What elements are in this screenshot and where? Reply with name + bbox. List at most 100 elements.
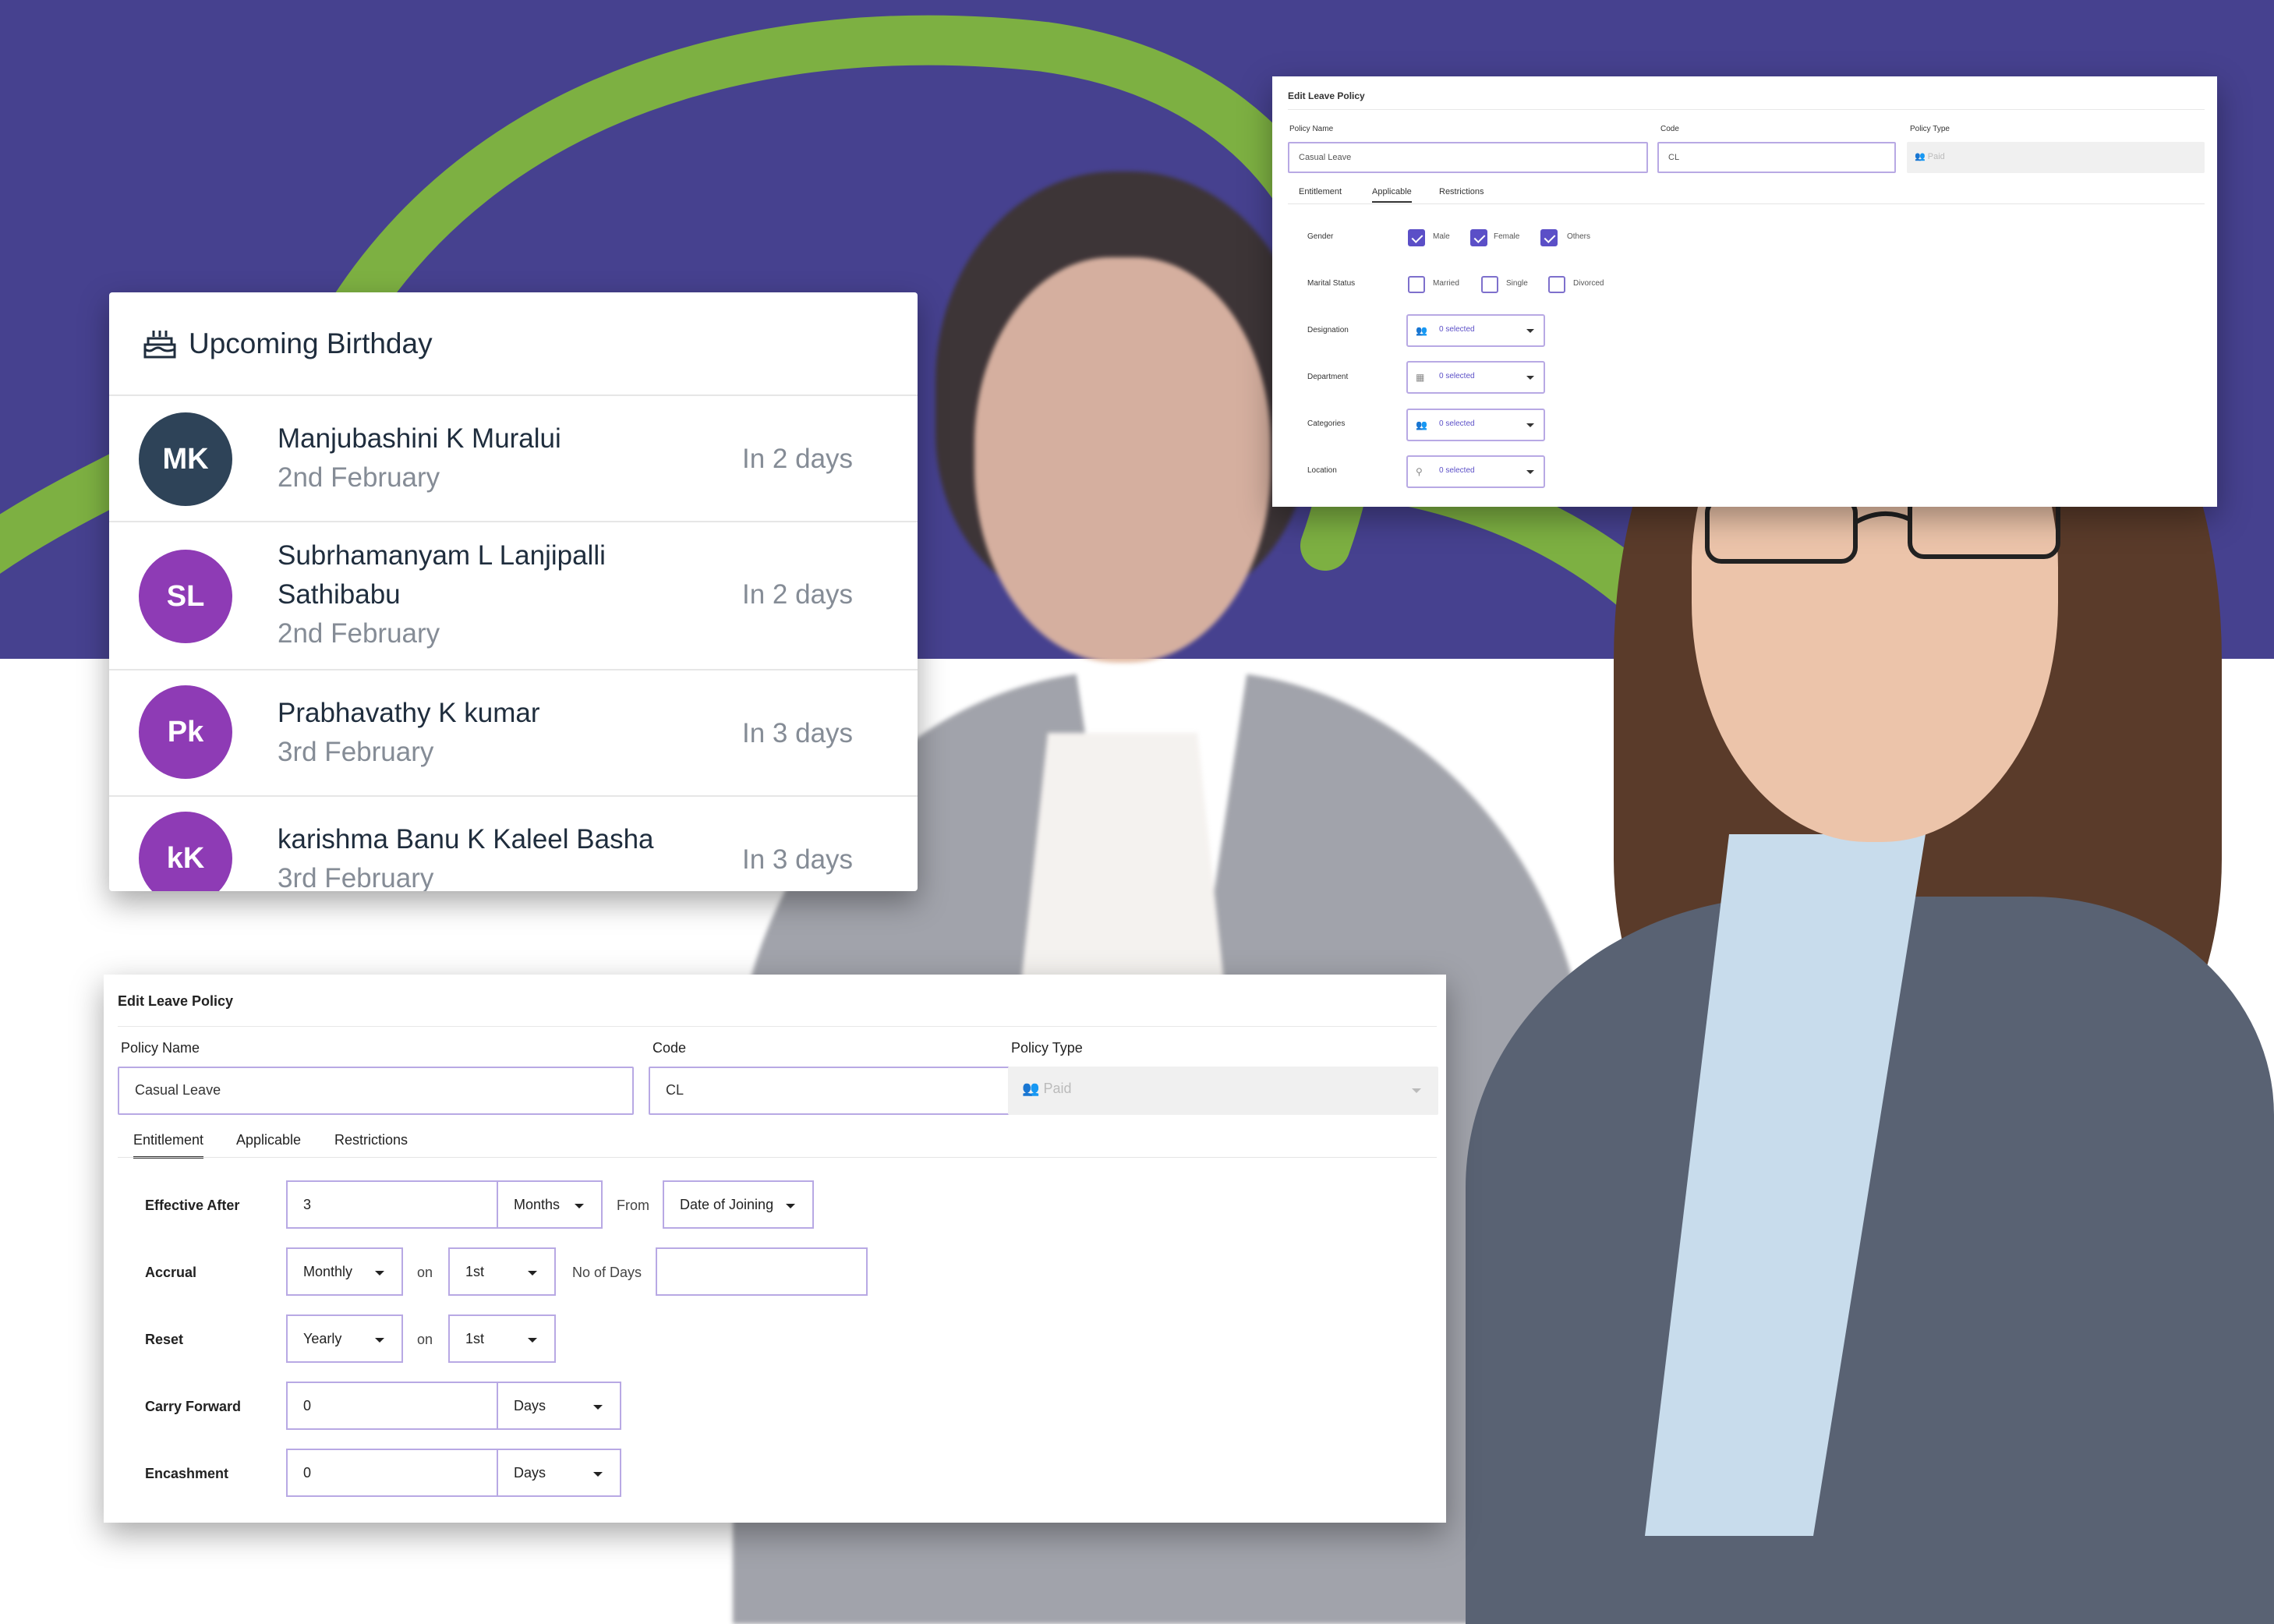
no-of-days-input[interactable]	[656, 1247, 868, 1296]
chevron-down-icon	[1412, 1088, 1421, 1093]
accrual-day-value: 1st	[465, 1264, 485, 1279]
chevron-down-icon	[375, 1338, 384, 1343]
married-checkbox[interactable]	[1408, 276, 1425, 293]
policy-type-value: Paid	[1927, 152, 1945, 161]
code-label: Code	[1660, 125, 1679, 133]
location-icon: ⚲	[1416, 466, 1423, 477]
department-select[interactable]: ▦ 0 selected	[1406, 361, 1545, 394]
male-checkbox[interactable]	[1408, 229, 1425, 246]
birthday-row[interactable]: Pk Prabhavathy K kumar 3rd February In 3…	[109, 670, 918, 797]
tab-divider	[118, 1157, 1437, 1158]
categories-label: Categories	[1307, 419, 1346, 428]
reset-label: Reset	[145, 1332, 184, 1347]
from-select[interactable]: Date of Joining	[663, 1180, 814, 1229]
female-label: Female	[1494, 232, 1520, 241]
designation-label: Designation	[1307, 326, 1349, 334]
reset-frequency-select[interactable]: Yearly	[286, 1314, 403, 1363]
encashment-unit-value: Days	[514, 1465, 546, 1481]
tab-restrictions[interactable]: Restrictions	[334, 1132, 408, 1148]
tab-entitlement[interactable]: Entitlement	[1299, 187, 1342, 196]
accrual-on-label: on	[417, 1265, 433, 1280]
designation-select[interactable]: 👥 0 selected	[1406, 314, 1545, 347]
policy-name-input[interactable]: Casual Leave	[1288, 142, 1648, 173]
birthday-date: 3rd February	[278, 863, 434, 891]
gender-label: Gender	[1307, 232, 1334, 241]
policy-type-label: Policy Type	[1011, 1040, 1083, 1056]
location-select[interactable]: ⚲ 0 selected	[1406, 455, 1545, 488]
reset-on-label: on	[417, 1332, 433, 1347]
accrual-day-select[interactable]: 1st	[448, 1247, 556, 1296]
upcoming-birthday-card: Upcoming Birthday MK Manjubashini K Mura…	[109, 292, 918, 891]
divider	[118, 1026, 1437, 1027]
encashment-unit-select[interactable]: Days	[497, 1449, 621, 1497]
edit-leave-policy-applicable-panel: Edit Leave Policy Policy Name Casual Lea…	[1272, 76, 2217, 507]
policy-type-select: 👥 Paid	[1907, 142, 2205, 173]
divorced-label: Divorced	[1573, 279, 1604, 288]
others-checkbox[interactable]	[1540, 229, 1558, 246]
cake-icon	[143, 330, 176, 358]
birthday-row[interactable]: kK karishma Banu K Kaleel Basha 3rd Febr…	[109, 797, 918, 891]
panel-title: Edit Leave Policy	[1288, 90, 1365, 101]
code-input[interactable]: CL	[1657, 142, 1896, 173]
tab-entitlement[interactable]: Entitlement	[133, 1132, 204, 1159]
policy-type-value: Paid	[1043, 1081, 1072, 1096]
others-label: Others	[1567, 232, 1591, 241]
policy-name-input[interactable]: Casual Leave	[118, 1067, 634, 1115]
policy-type-select: 👥 Paid	[1008, 1067, 1438, 1115]
male-label: Male	[1433, 232, 1450, 241]
from-value: Date of Joining	[680, 1197, 774, 1212]
edit-leave-policy-entitlement-panel: Edit Leave Policy Policy Name Casual Lea…	[104, 975, 1446, 1523]
chevron-down-icon	[593, 1405, 603, 1410]
tab-restrictions[interactable]: Restrictions	[1439, 187, 1484, 196]
female-checkbox[interactable]	[1470, 229, 1487, 246]
designation-value: 0 selected	[1439, 325, 1475, 334]
birthday-date: 2nd February	[278, 618, 440, 649]
chevron-down-icon	[1526, 470, 1534, 474]
birthday-row[interactable]: MK Manjubashini K Muralui 2nd February I…	[109, 396, 918, 522]
carry-forward-unit-select[interactable]: Days	[497, 1382, 621, 1430]
birthday-row[interactable]: SL Subrhamanyam L Lanjipalli Sathibabu 2…	[109, 522, 918, 670]
categories-select[interactable]: 👥 0 selected	[1406, 409, 1545, 441]
categories-value: 0 selected	[1439, 419, 1475, 428]
divorced-checkbox[interactable]	[1548, 276, 1565, 293]
carry-forward-input[interactable]: 0	[286, 1382, 498, 1430]
accrual-frequency-value: Monthly	[303, 1264, 353, 1279]
effective-after-input[interactable]: 3	[286, 1180, 498, 1229]
birthday-header: Upcoming Birthday	[109, 292, 918, 396]
users-icon: 👥	[1416, 419, 1427, 430]
encashment-input[interactable]: 0	[286, 1449, 498, 1497]
avatar: kK	[139, 812, 232, 891]
tab-applicable[interactable]: Applicable	[1372, 187, 1412, 203]
panel-title: Edit Leave Policy	[118, 993, 234, 1009]
accrual-frequency-select[interactable]: Monthly	[286, 1247, 403, 1296]
days-until: In 2 days	[742, 444, 854, 474]
days-until: In 3 days	[742, 844, 854, 875]
reset-day-select[interactable]: 1st	[448, 1314, 556, 1363]
chevron-down-icon	[528, 1338, 537, 1343]
code-label: Code	[652, 1040, 687, 1056]
marital-status-label: Marital Status	[1307, 279, 1356, 288]
from-label: From	[617, 1198, 649, 1213]
birthday-date: 3rd February	[278, 737, 434, 767]
single-label: Single	[1506, 279, 1528, 288]
no-of-days-label: No of Days	[572, 1265, 642, 1280]
reset-frequency-value: Yearly	[303, 1331, 342, 1346]
divider	[1288, 109, 2205, 110]
single-checkbox[interactable]	[1481, 276, 1498, 293]
chevron-down-icon	[375, 1271, 384, 1275]
chevron-down-icon	[1526, 329, 1534, 333]
location-label: Location	[1307, 466, 1337, 475]
days-until: In 3 days	[742, 718, 854, 748]
birthday-title: Upcoming Birthday	[189, 327, 433, 359]
policy-name-label: Policy Name	[1289, 125, 1334, 133]
married-label: Married	[1433, 279, 1459, 288]
chevron-down-icon	[1526, 376, 1534, 380]
tab-applicable[interactable]: Applicable	[236, 1132, 301, 1148]
users-icon: 👥	[1022, 1081, 1040, 1096]
person-name: Prabhavathy K kumar	[278, 698, 540, 728]
avatar: Pk	[139, 685, 232, 779]
effective-after-unit-select[interactable]: Months	[497, 1180, 603, 1229]
chevron-down-icon	[575, 1204, 584, 1208]
chevron-down-icon	[593, 1472, 603, 1477]
person-name: karishma Banu K Kaleel Basha	[278, 824, 654, 854]
